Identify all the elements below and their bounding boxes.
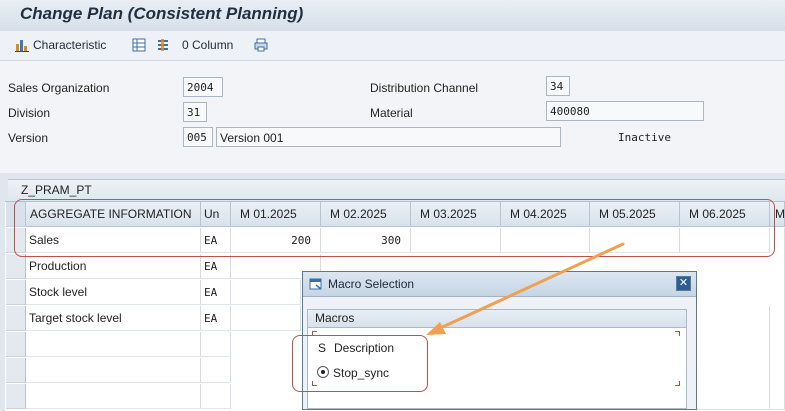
annotation-arrow	[426, 242, 625, 335]
